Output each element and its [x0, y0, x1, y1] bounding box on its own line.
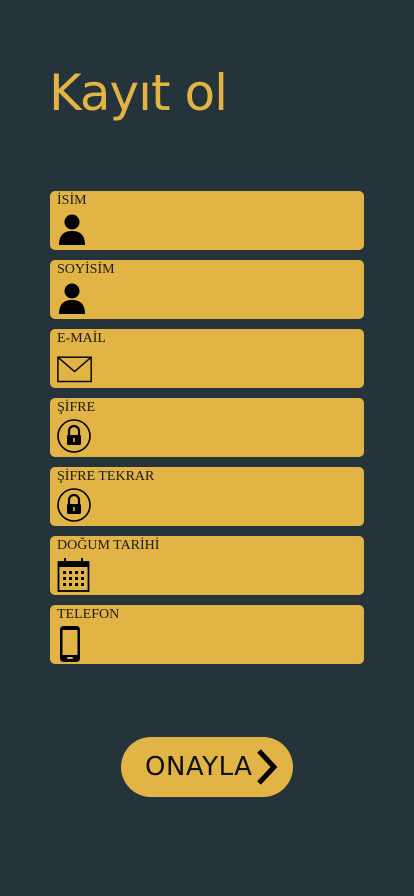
email-label: E-MAİL [57, 331, 106, 346]
surname-input[interactable] [98, 282, 354, 312]
name-field[interactable]: İSİM [50, 191, 364, 250]
lock-icon [57, 488, 93, 524]
password-label: ŞİFRE [57, 400, 96, 415]
password-repeat-input[interactable] [98, 489, 354, 519]
surname-field[interactable]: SOYİSİM [50, 260, 364, 319]
phone-label: TELEFON [57, 607, 120, 622]
submit-button[interactable]: ONAYLA [121, 737, 293, 797]
person-icon [57, 212, 93, 248]
surname-label: SOYİSİM [57, 262, 115, 277]
envelope-icon [57, 350, 93, 386]
name-label: İSİM [57, 193, 87, 208]
birthdate-field[interactable]: DOĞUM TARİHİ [50, 536, 364, 595]
password-repeat-label: ŞİFRE TEKRAR [57, 469, 155, 484]
submit-button-label: ONAYLA [145, 752, 253, 782]
phone-icon [57, 626, 93, 662]
phone-input[interactable] [98, 627, 354, 657]
person-icon [57, 281, 93, 317]
password-repeat-field[interactable]: ŞİFRE TEKRAR [50, 467, 364, 526]
password-field[interactable]: ŞİFRE [50, 398, 364, 457]
password-input[interactable] [98, 420, 354, 450]
phone-field[interactable]: TELEFON [50, 605, 364, 664]
name-input[interactable] [98, 213, 354, 243]
chevron-right-icon [255, 748, 279, 786]
lock-icon [57, 419, 93, 455]
email-field[interactable]: E-MAİL [50, 329, 364, 388]
email-input[interactable] [98, 351, 354, 381]
birthdate-input[interactable] [98, 558, 354, 588]
birthdate-label: DOĞUM TARİHİ [57, 538, 160, 553]
page-title: Kayıt ol [49, 64, 228, 122]
calendar-icon [57, 557, 93, 593]
